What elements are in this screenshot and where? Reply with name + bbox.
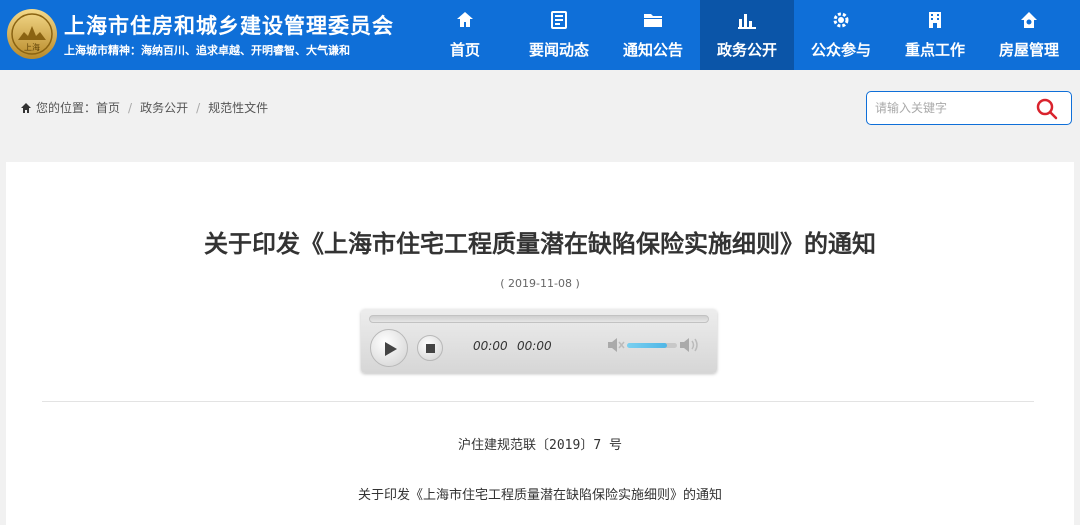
audio-player: 00:00 00:00 bbox=[361, 309, 717, 373]
nav-item-public[interactable]: 公众参与 bbox=[794, 0, 888, 70]
volume-mute-icon[interactable] bbox=[607, 337, 625, 353]
nav-label: 政务公开 bbox=[716, 41, 777, 59]
document-number: 沪住建规范联〔2019〕7 号 bbox=[458, 438, 622, 453]
site-logo[interactable]: 上海 bbox=[6, 8, 58, 60]
breadcrumb-separator: / bbox=[128, 100, 133, 115]
nav-label: 重点工作 bbox=[904, 41, 965, 59]
news-icon bbox=[551, 11, 567, 29]
building-icon bbox=[929, 12, 941, 28]
search-box bbox=[866, 91, 1072, 125]
nav-label: 公众参与 bbox=[810, 41, 871, 59]
home-icon bbox=[21, 102, 31, 113]
nav-item-key-work[interactable]: 重点工作 bbox=[888, 0, 982, 70]
nav-label: 房屋管理 bbox=[998, 41, 1059, 59]
gear-icon bbox=[833, 12, 849, 28]
site-header: 上海 上海市住房和城乡建设管理委员会 上海城市精神：海纳百川、追求卓越、开明睿智… bbox=[0, 0, 1080, 70]
folder-icon bbox=[644, 14, 662, 27]
breadcrumb-item-gov-affairs[interactable]: 政务公开 bbox=[140, 99, 188, 116]
nav-label: 要闻动态 bbox=[528, 41, 589, 59]
total-time: 00:00 bbox=[517, 339, 552, 353]
nav-item-notices[interactable]: 通知公告 bbox=[606, 0, 700, 70]
breadcrumb: 您的位置： 首页 / 政务公开 / 规范性文件 bbox=[20, 99, 268, 116]
bar-chart-icon bbox=[738, 14, 756, 29]
nav-item-home[interactable]: 首页 bbox=[418, 0, 512, 70]
site-slogan: 上海城市精神：海纳百川、追求卓越、开明睿智、大气谦和 bbox=[64, 44, 350, 57]
house-key-icon bbox=[1021, 12, 1037, 28]
play-icon bbox=[385, 342, 397, 356]
stop-icon bbox=[426, 344, 435, 353]
nav-item-housing[interactable]: 房屋管理 bbox=[982, 0, 1076, 70]
current-time: 00:00 bbox=[473, 339, 508, 353]
search-icon[interactable] bbox=[1035, 97, 1059, 121]
nav-item-news[interactable]: 要闻动态 bbox=[512, 0, 606, 70]
volume-max-icon[interactable] bbox=[679, 336, 701, 354]
volume-slider[interactable] bbox=[627, 343, 677, 348]
breadcrumb-prefix: 您的位置： bbox=[36, 101, 97, 115]
main-nav: 首页 要闻动态 通知公告 政务公开 公众参与 重点工作 房屋管理 bbox=[418, 0, 1076, 70]
document-subtitle: 关于印发《上海市住宅工程质量潜在缺陷保险实施细则》的通知 bbox=[357, 488, 722, 503]
stop-button[interactable] bbox=[417, 335, 443, 361]
audio-progress-bar[interactable] bbox=[369, 315, 709, 323]
nav-label: 通知公告 bbox=[622, 41, 683, 59]
article-date: ( 2019-11-08 ) bbox=[500, 277, 580, 290]
logo-text: 上海 bbox=[24, 42, 40, 52]
play-button[interactable] bbox=[370, 329, 408, 367]
article-panel: 关于印发《上海市住宅工程质量潜在缺陷保险实施细则》的通知 ( 2019-11-0… bbox=[6, 162, 1074, 525]
article-title: 关于印发《上海市住宅工程质量潜在缺陷保险实施细则》的通知 bbox=[204, 230, 876, 258]
site-title[interactable]: 上海市住房和城乡建设管理委员会 bbox=[64, 10, 394, 40]
nav-label: 首页 bbox=[449, 41, 480, 59]
search-input[interactable] bbox=[875, 98, 1025, 118]
volume-level bbox=[627, 343, 667, 348]
nav-item-gov-affairs[interactable]: 政务公开 bbox=[700, 0, 794, 70]
breadcrumb-item-regulations[interactable]: 规范性文件 bbox=[208, 99, 268, 116]
home-icon bbox=[457, 12, 473, 27]
content-divider bbox=[42, 401, 1034, 402]
breadcrumb-item-home[interactable]: 首页 bbox=[96, 99, 120, 116]
breadcrumb-separator: / bbox=[196, 100, 201, 115]
